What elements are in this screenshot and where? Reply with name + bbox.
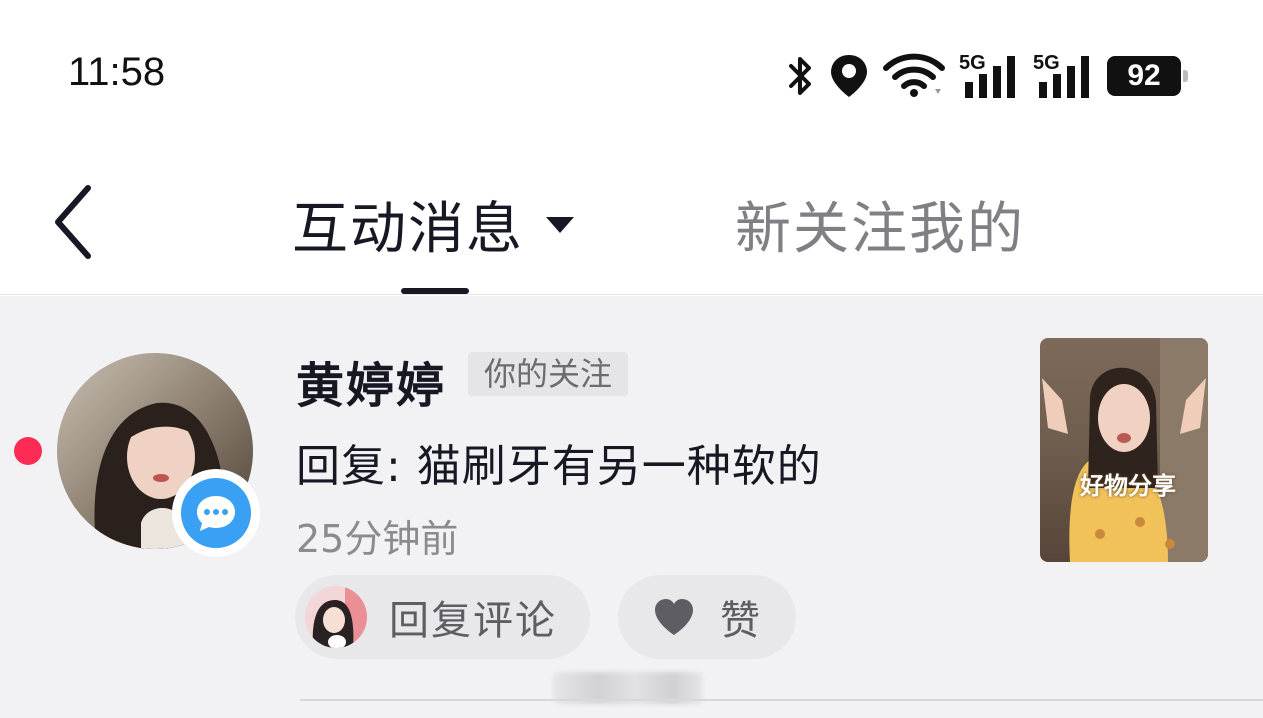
wifi-icon — [883, 53, 945, 97]
tab-interactions[interactable]: 互动消息 — [292, 184, 576, 265]
cellular-signal-1: 5G — [959, 52, 1019, 100]
comment-badge — [172, 469, 260, 557]
tab-new-followers[interactable]: 新关注我的 — [735, 184, 1025, 265]
battery-level: 92 — [1127, 59, 1161, 92]
relation-tag: 你的关注 — [468, 352, 629, 396]
status-bar: 11:58 5G 5G 92 — [0, 0, 1263, 130]
back-button[interactable] — [44, 180, 100, 260]
status-time: 11:58 — [68, 50, 166, 94]
message-bubble-icon — [197, 496, 235, 531]
reply-comment-button[interactable]: 回复评论 — [295, 575, 590, 659]
reply-comment-label: 回复评论 — [389, 598, 557, 644]
item-divider — [300, 699, 1263, 701]
like-button[interactable]: 赞 — [618, 575, 796, 659]
tab-interactions-label: 互动消息 — [292, 197, 524, 262]
reply-message[interactable]: 回复: 猫刷牙有另一种软的 — [296, 430, 822, 494]
caret-down-icon — [546, 216, 574, 233]
video-thumbnail[interactable]: 好物分享 — [1040, 338, 1208, 562]
heart-icon — [655, 599, 693, 635]
top-nav: 互动消息 新关注我的 — [0, 130, 1263, 295]
battery-indicator: 92 — [1107, 56, 1188, 96]
unread-dot — [14, 437, 42, 465]
status-icons: 5G 5G 92 — [785, 52, 1188, 100]
location-icon — [831, 55, 867, 97]
cellular-signal-2: 5G — [1033, 52, 1093, 100]
signal-bars-icon — [1039, 56, 1089, 98]
user-name[interactable]: 黄婷婷 — [296, 346, 446, 416]
active-tab-indicator — [401, 288, 469, 294]
bluetooth-icon — [789, 57, 811, 95]
my-avatar — [305, 586, 367, 648]
timestamp: 25分钟前 — [296, 517, 459, 561]
thumbnail-caption: 好物分享 — [1080, 472, 1176, 500]
signal-bars-icon — [965, 56, 1015, 98]
chevron-left-icon — [55, 185, 91, 259]
notification-list: 黄婷婷 你的关注 回复: 猫刷牙有另一种软的 25分钟前 回复评论 赞 好物分享 — [0, 296, 1263, 718]
like-label: 赞 — [720, 598, 760, 644]
